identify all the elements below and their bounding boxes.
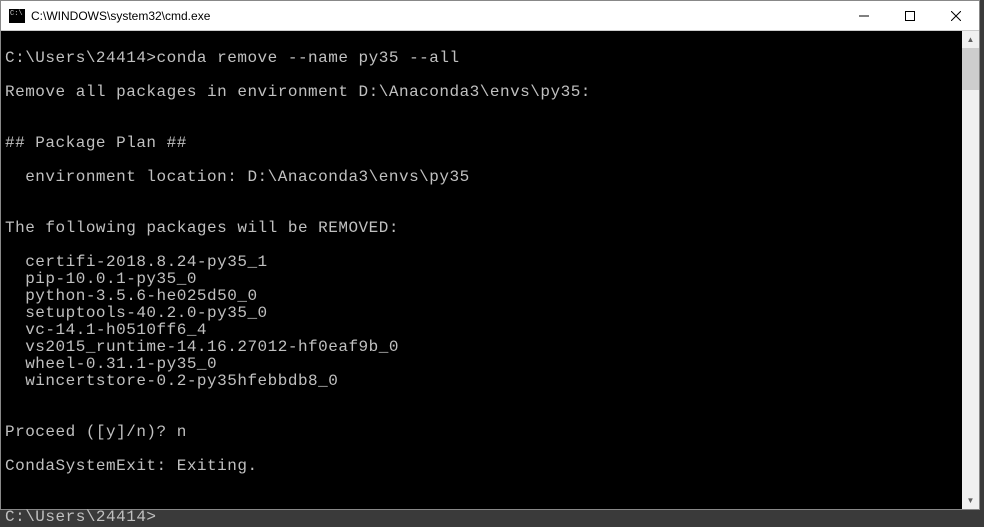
terminal-line: ## Package Plan ## xyxy=(5,135,962,152)
maximize-icon xyxy=(905,11,915,21)
minimize-button[interactable] xyxy=(841,1,887,30)
terminal-line: C:\Users\24414> xyxy=(5,509,962,526)
window-controls xyxy=(841,1,979,30)
terminal-line: certifi-2018.8.24-py35_1 xyxy=(5,254,962,271)
vertical-scrollbar[interactable]: ▲ ▼ xyxy=(962,31,979,509)
terminal-line: setuptools-40.2.0-py35_0 xyxy=(5,305,962,322)
window-title: C:\WINDOWS\system32\cmd.exe xyxy=(31,9,841,23)
terminal-line xyxy=(5,152,962,169)
terminal-line: C:\Users\24414>conda remove --name py35 … xyxy=(5,50,962,67)
terminal-line xyxy=(5,475,962,492)
terminal-line: CondaSystemExit: Exiting. xyxy=(5,458,962,475)
terminal-line: pip-10.0.1-py35_0 xyxy=(5,271,962,288)
scroll-up-button[interactable]: ▲ xyxy=(962,31,979,48)
terminal-line xyxy=(5,67,962,84)
terminal-line: python-3.5.6-he025d50_0 xyxy=(5,288,962,305)
close-button[interactable] xyxy=(933,1,979,30)
minimize-icon xyxy=(859,11,869,21)
terminal-line xyxy=(5,441,962,458)
terminal-line xyxy=(5,186,962,203)
terminal-line xyxy=(5,492,962,509)
close-icon xyxy=(951,11,961,21)
terminal-line: wheel-0.31.1-py35_0 xyxy=(5,356,962,373)
terminal-line xyxy=(5,33,962,50)
maximize-button[interactable] xyxy=(887,1,933,30)
terminal-line xyxy=(5,390,962,407)
terminal-line: The following packages will be REMOVED: xyxy=(5,220,962,237)
scroll-down-button[interactable]: ▼ xyxy=(962,492,979,509)
terminal-line: Remove all packages in environment D:\An… xyxy=(5,84,962,101)
terminal-line: vs2015_runtime-14.16.27012-hf0eaf9b_0 xyxy=(5,339,962,356)
terminal-line xyxy=(5,203,962,220)
terminal-line xyxy=(5,237,962,254)
terminal-line: wincertstore-0.2-py35hfebbdb8_0 xyxy=(5,373,962,390)
scroll-thumb[interactable] xyxy=(962,48,979,90)
titlebar[interactable]: C:\WINDOWS\system32\cmd.exe xyxy=(1,1,979,31)
cmd-window: C:\WINDOWS\system32\cmd.exe C:\Users\244… xyxy=(0,0,980,510)
terminal-output[interactable]: C:\Users\24414>conda remove --name py35 … xyxy=(1,31,962,509)
terminal-line xyxy=(5,118,962,135)
terminal-line: Proceed ([y]/n)? n xyxy=(5,424,962,441)
terminal-line xyxy=(5,407,962,424)
terminal-line xyxy=(5,101,962,118)
terminal-line: environment location: D:\Anaconda3\envs\… xyxy=(5,169,962,186)
terminal-line: vc-14.1-h0510ff6_4 xyxy=(5,322,962,339)
cmd-icon xyxy=(9,9,25,23)
